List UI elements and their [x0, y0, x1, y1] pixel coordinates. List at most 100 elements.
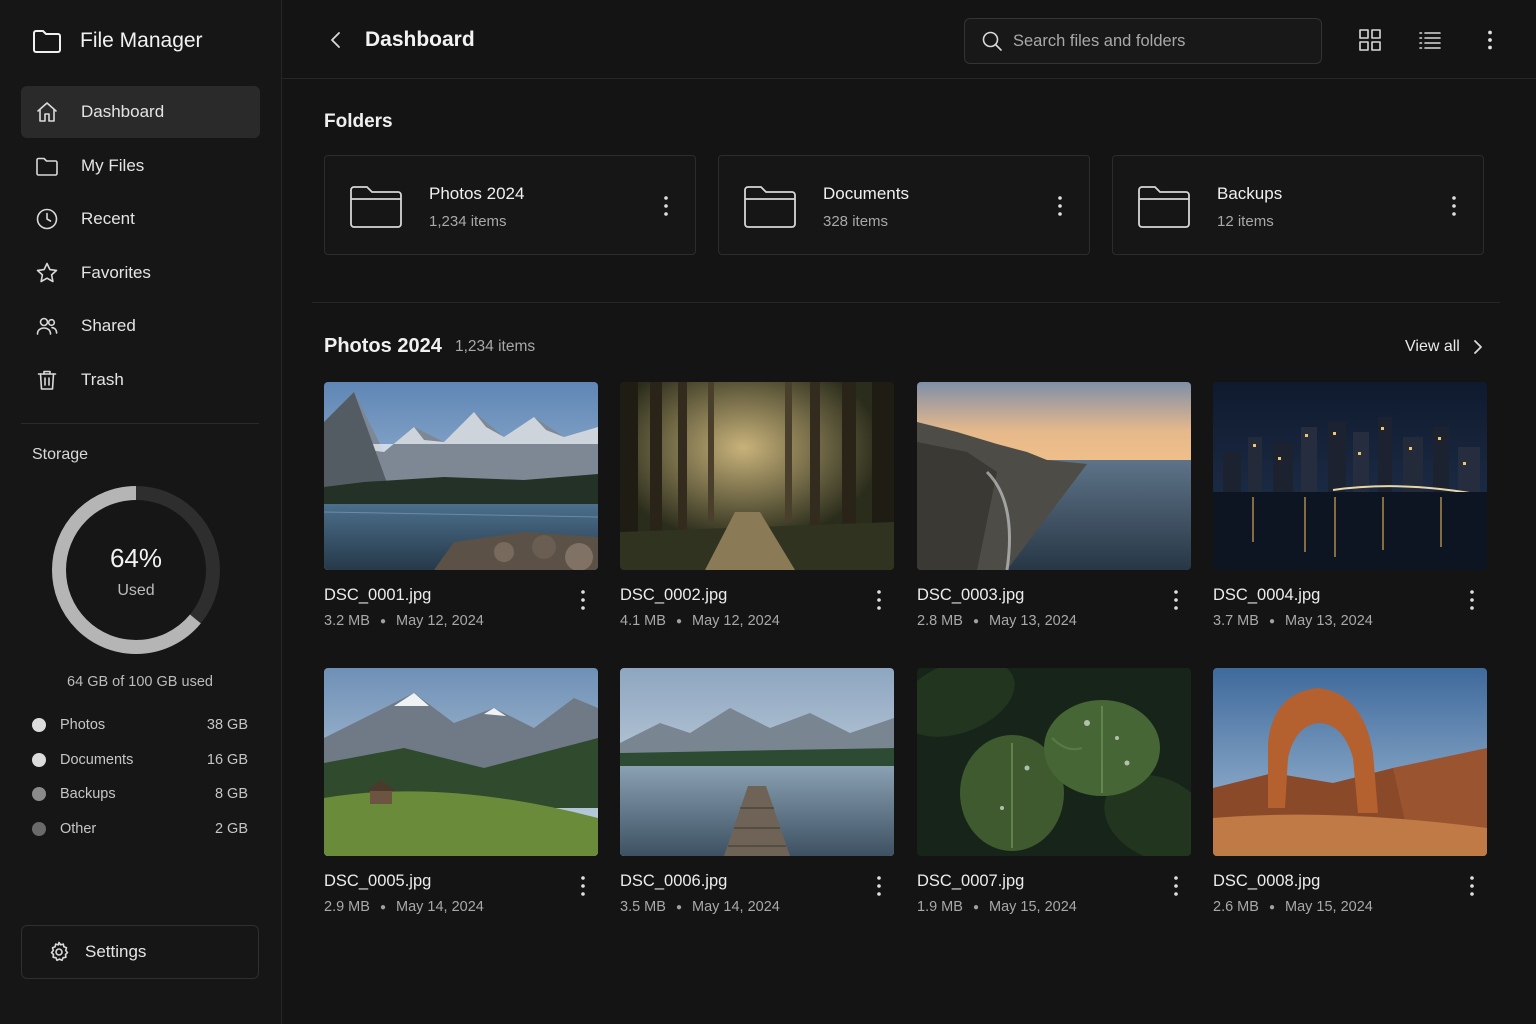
folder-card-documents[interactable]: Documents 328 items — [718, 155, 1090, 255]
photo-thumbnail[interactable] — [1213, 382, 1487, 570]
photo-thumbnail[interactable] — [620, 382, 894, 570]
meta-separator: ● — [379, 901, 386, 913]
star-icon — [36, 262, 58, 282]
photo-size: 3.7 MB — [1213, 613, 1259, 629]
top-bar: Dashboard — [282, 0, 1536, 79]
meta-separator: ● — [1268, 615, 1275, 627]
more-vertical-icon[interactable] — [1461, 588, 1483, 612]
photo-meta: 2.6 MB ● May 15, 2024 — [1213, 899, 1373, 915]
legend-row-documents: Documents 16 GB — [32, 743, 248, 778]
photo-thumbnail[interactable] — [917, 668, 1191, 856]
photo-thumbnail[interactable] — [324, 382, 598, 570]
search-icon — [982, 31, 1002, 51]
more-vertical-icon[interactable] — [572, 588, 594, 612]
photo-thumbnail[interactable] — [917, 382, 1191, 570]
photo-size: 1.9 MB — [917, 899, 963, 915]
sidebar-item-shared[interactable]: Shared — [21, 300, 260, 352]
page-title: Dashboard — [365, 28, 475, 51]
photo-meta: 3.5 MB ● May 14, 2024 — [620, 899, 780, 915]
photo-date: May 14, 2024 — [691, 899, 780, 915]
sidebar-item-label: Recent — [81, 209, 135, 228]
trash-icon — [37, 370, 57, 390]
photo-card[interactable]: DSC_0007.jpg 1.9 MB ● May 15, 2024 — [917, 668, 1191, 924]
photo-card[interactable]: DSC_0006.jpg 3.5 MB ● May 14, 2024 — [620, 668, 894, 924]
more-vertical-icon[interactable] — [1165, 588, 1187, 612]
photo-card[interactable]: DSC_0003.jpg 2.8 MB ● May 13, 2024 — [917, 382, 1191, 638]
legend-dot — [32, 821, 46, 836]
photo-card[interactable]: DSC_0005.jpg 2.9 MB ● May 14, 2024 — [324, 668, 598, 924]
legend-name: Documents — [60, 751, 134, 768]
more-vertical-icon[interactable] — [572, 874, 594, 898]
app-brand: File Manager — [32, 26, 203, 56]
folder-name: Backups — [1217, 184, 1283, 203]
photo-name: DSC_0005.jpg — [324, 872, 432, 890]
view-all-link[interactable]: View all — [1405, 336, 1488, 358]
sidebar-item-my-files[interactable]: My Files — [21, 140, 260, 192]
photo-thumbnail[interactable] — [620, 668, 894, 856]
meta-separator: ● — [675, 615, 682, 627]
sidebar-item-trash[interactable]: Trash — [21, 354, 260, 406]
more-vertical-icon[interactable] — [655, 194, 677, 218]
photos-section-count: 1,234 items — [455, 338, 536, 355]
legend-dot — [32, 718, 46, 733]
photo-name: DSC_0006.jpg — [620, 872, 728, 890]
gear-icon — [50, 941, 69, 962]
legend-row-photos: Photos 38 GB — [32, 708, 248, 743]
more-vertical-icon[interactable] — [1443, 194, 1465, 218]
sidebar-item-label: Favorites — [81, 262, 151, 282]
folder-icon — [350, 186, 402, 228]
sidebar-divider — [21, 423, 259, 424]
more-vertical-icon[interactable] — [1165, 874, 1187, 898]
clock-icon — [36, 208, 58, 230]
more-vertical-icon[interactable] — [1049, 194, 1071, 218]
legend-size: 2 GB — [214, 820, 248, 837]
photo-card[interactable]: DSC_0002.jpg 4.1 MB ● May 12, 2024 — [620, 382, 894, 638]
more-vertical-icon[interactable] — [1461, 874, 1483, 898]
legend-size: 8 GB — [214, 786, 248, 803]
search-input[interactable] — [1013, 31, 1303, 51]
chevron-left-icon[interactable] — [324, 28, 348, 52]
photo-name: DSC_0003.jpg — [917, 586, 1025, 604]
home-icon — [37, 102, 57, 122]
photo-card[interactable]: DSC_0008.jpg 2.6 MB ● May 15, 2024 — [1213, 668, 1487, 924]
meta-separator: ● — [972, 615, 979, 627]
legend-row-other: Other 2 GB — [32, 812, 248, 847]
folder-count: 1,234 items — [429, 213, 507, 230]
legend-name: Photos — [60, 717, 106, 734]
more-vertical-icon[interactable] — [868, 874, 890, 898]
photo-thumbnail[interactable] — [1213, 668, 1487, 856]
more-vertical-icon[interactable] — [868, 588, 890, 612]
photo-meta: 3.7 MB ● May 13, 2024 — [1213, 613, 1373, 629]
meta-separator: ● — [1268, 901, 1275, 913]
photo-date: May 13, 2024 — [1284, 613, 1373, 629]
photo-name: DSC_0008.jpg — [1213, 872, 1321, 890]
more-vertical-icon[interactable] — [1477, 27, 1503, 53]
folder-card-backups[interactable]: Backups 12 items — [1112, 155, 1484, 255]
settings-button[interactable]: Settings — [21, 925, 259, 979]
sidebar-item-label: Shared — [81, 316, 136, 335]
app-title: File Manager — [80, 29, 203, 52]
folder-name: Documents — [823, 184, 909, 203]
search-box[interactable] — [964, 18, 1322, 64]
photo-name: DSC_0004.jpg — [1213, 586, 1321, 604]
photos-section-title: Photos 2024 — [324, 335, 442, 357]
photo-size: 4.1 MB — [620, 613, 666, 629]
legend-size: 16 GB — [206, 751, 248, 768]
list-view-icon[interactable] — [1417, 27, 1443, 53]
photo-size: 2.8 MB — [917, 613, 963, 629]
photo-meta: 2.8 MB ● May 13, 2024 — [917, 613, 1077, 629]
photo-date: May 12, 2024 — [691, 613, 780, 629]
sidebar-item-recent[interactable]: Recent — [21, 193, 260, 245]
photo-card[interactable]: DSC_0004.jpg 3.7 MB ● May 13, 2024 — [1213, 382, 1487, 638]
photo-date: May 15, 2024 — [1284, 899, 1373, 915]
photo-date: May 14, 2024 — [395, 899, 484, 915]
legend-name: Backups — [60, 786, 116, 803]
photo-card[interactable]: DSC_0001.jpg 3.2 MB ● May 12, 2024 — [324, 382, 598, 638]
grid-view-icon[interactable] — [1357, 27, 1383, 53]
settings-label: Settings — [85, 942, 147, 961]
photo-thumbnail[interactable] — [324, 668, 598, 856]
sidebar-item-favorites[interactable]: Favorites — [21, 247, 260, 299]
folder-card-photos-2024[interactable]: Photos 2024 1,234 items — [324, 155, 696, 255]
folders-title: Folders — [324, 111, 393, 132]
sidebar-item-dashboard[interactable]: Dashboard — [21, 86, 260, 138]
